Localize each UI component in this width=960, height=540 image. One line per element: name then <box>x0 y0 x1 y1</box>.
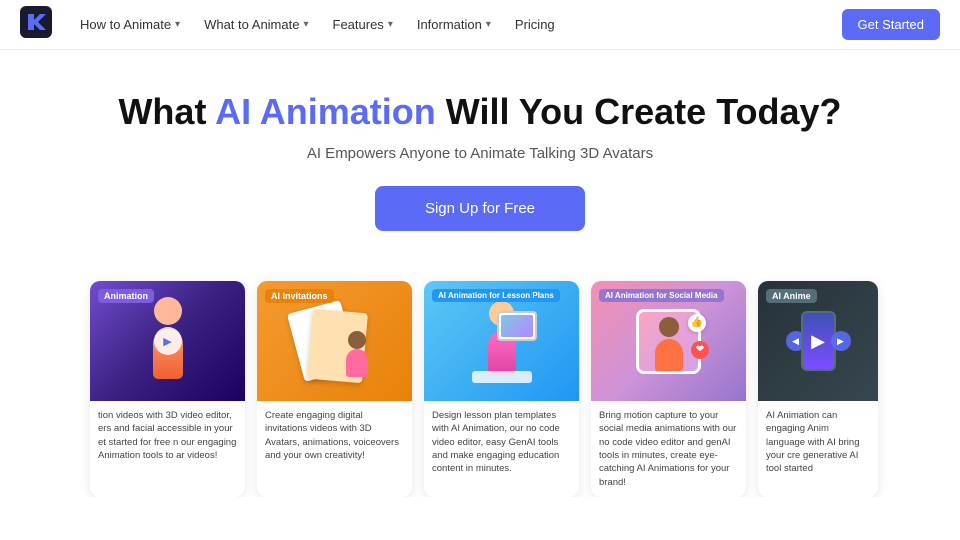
signup-button[interactable]: Sign Up for Free <box>375 186 585 231</box>
navigation: How to Animate ▾ What to Animate ▾ Featu… <box>0 0 960 50</box>
card-invitations-label: AI Invitations <box>265 289 334 303</box>
card-invitations-text: Create engaging digital invitations vide… <box>257 401 412 470</box>
nav-links: How to Animate ▾ What to Animate ▾ Featu… <box>70 11 842 38</box>
right-play-button[interactable]: ▶ <box>831 331 851 351</box>
anime-scene: ◀ ▶ ▶ <box>801 311 836 371</box>
avatar-head <box>348 331 366 349</box>
card-animation[interactable]: Animation ▶ tion videos with 3D video ed… <box>90 281 245 497</box>
hero-heading-highlight: AI Animation <box>215 91 436 132</box>
hero-heading-part1: What <box>118 91 215 132</box>
phone-screen: ▶ <box>803 313 834 369</box>
monitor-screen <box>501 315 533 337</box>
social-scene: 👍 ❤ <box>636 309 701 374</box>
chevron-down-icon: ▾ <box>388 19 393 30</box>
invitation-avatar <box>340 331 375 381</box>
chevron-down-icon: ▾ <box>303 19 308 30</box>
hero-subheading: AI Empowers Anyone to Animate Talking 3D… <box>20 145 940 162</box>
monitor <box>497 311 537 341</box>
nav-features[interactable]: Features ▾ <box>323 11 403 38</box>
card-social-label: AI Animation for Social Media <box>599 289 724 302</box>
card-anime[interactable]: AI Anime ◀ ▶ ▶ AI Animation can engaging… <box>758 281 878 497</box>
like-bubble: 👍 <box>688 314 706 332</box>
hero-heading-part2: Will You Create Today? <box>436 91 842 132</box>
keyboard <box>472 371 532 383</box>
card-lesson-plans[interactable]: AI Animation for Lesson Plans Design les… <box>424 281 579 497</box>
logo[interactable] <box>20 6 70 43</box>
nav-what-to-animate[interactable]: What to Animate ▾ <box>194 11 318 38</box>
avatar-head <box>154 297 182 325</box>
card-social-media[interactable]: AI Animation for Social Media 👍 ❤ Bring … <box>591 281 746 497</box>
nav-information[interactable]: Information ▾ <box>407 11 501 38</box>
avatar-body <box>346 349 368 377</box>
get-started-button[interactable]: Get Started <box>842 9 940 40</box>
avatar-body <box>655 339 683 371</box>
avatar-head <box>659 317 679 337</box>
card-social-text: Bring motion capture to your social medi… <box>591 401 746 497</box>
card-lesson-text: Design lesson plan templates with AI Ani… <box>424 401 579 483</box>
card-animation-text: tion videos with 3D video editor, ers an… <box>90 401 245 470</box>
card-social-image: AI Animation for Social Media 👍 ❤ <box>591 281 746 401</box>
card-lesson-label: AI Animation for Lesson Plans <box>432 289 560 302</box>
card-invitations-image: AI Invitations <box>257 281 412 401</box>
invitation-stack <box>295 301 375 381</box>
card-lesson-image: AI Animation for Lesson Plans <box>424 281 579 401</box>
nav-how-to-animate[interactable]: How to Animate ▾ <box>70 11 190 38</box>
logo-icon <box>20 6 52 38</box>
hero-heading: What AI Animation Will You Create Today? <box>20 90 940 133</box>
lesson-scene <box>457 291 547 391</box>
chevron-down-icon: ▾ <box>175 19 180 30</box>
card-anime-label: AI Anime <box>766 289 817 303</box>
heart-bubble: ❤ <box>691 341 709 359</box>
phone-play-icon: ▶ <box>811 331 825 352</box>
hero-section: What AI Animation Will You Create Today?… <box>0 50 960 261</box>
card-anime-image: AI Anime ◀ ▶ ▶ <box>758 281 878 401</box>
play-icon[interactable]: ▶ <box>154 327 182 355</box>
chevron-down-icon: ▾ <box>486 19 491 30</box>
nav-pricing[interactable]: Pricing <box>505 11 565 38</box>
card-animation-image: Animation ▶ <box>90 281 245 401</box>
card-animation-label: Animation <box>98 289 154 303</box>
card-invitations[interactable]: AI Invitations Create engaging digital i… <box>257 281 412 497</box>
cards-section: Animation ▶ tion videos with 3D video ed… <box>0 261 960 497</box>
card-anime-text: AI Animation can engaging Anim language … <box>758 401 878 483</box>
